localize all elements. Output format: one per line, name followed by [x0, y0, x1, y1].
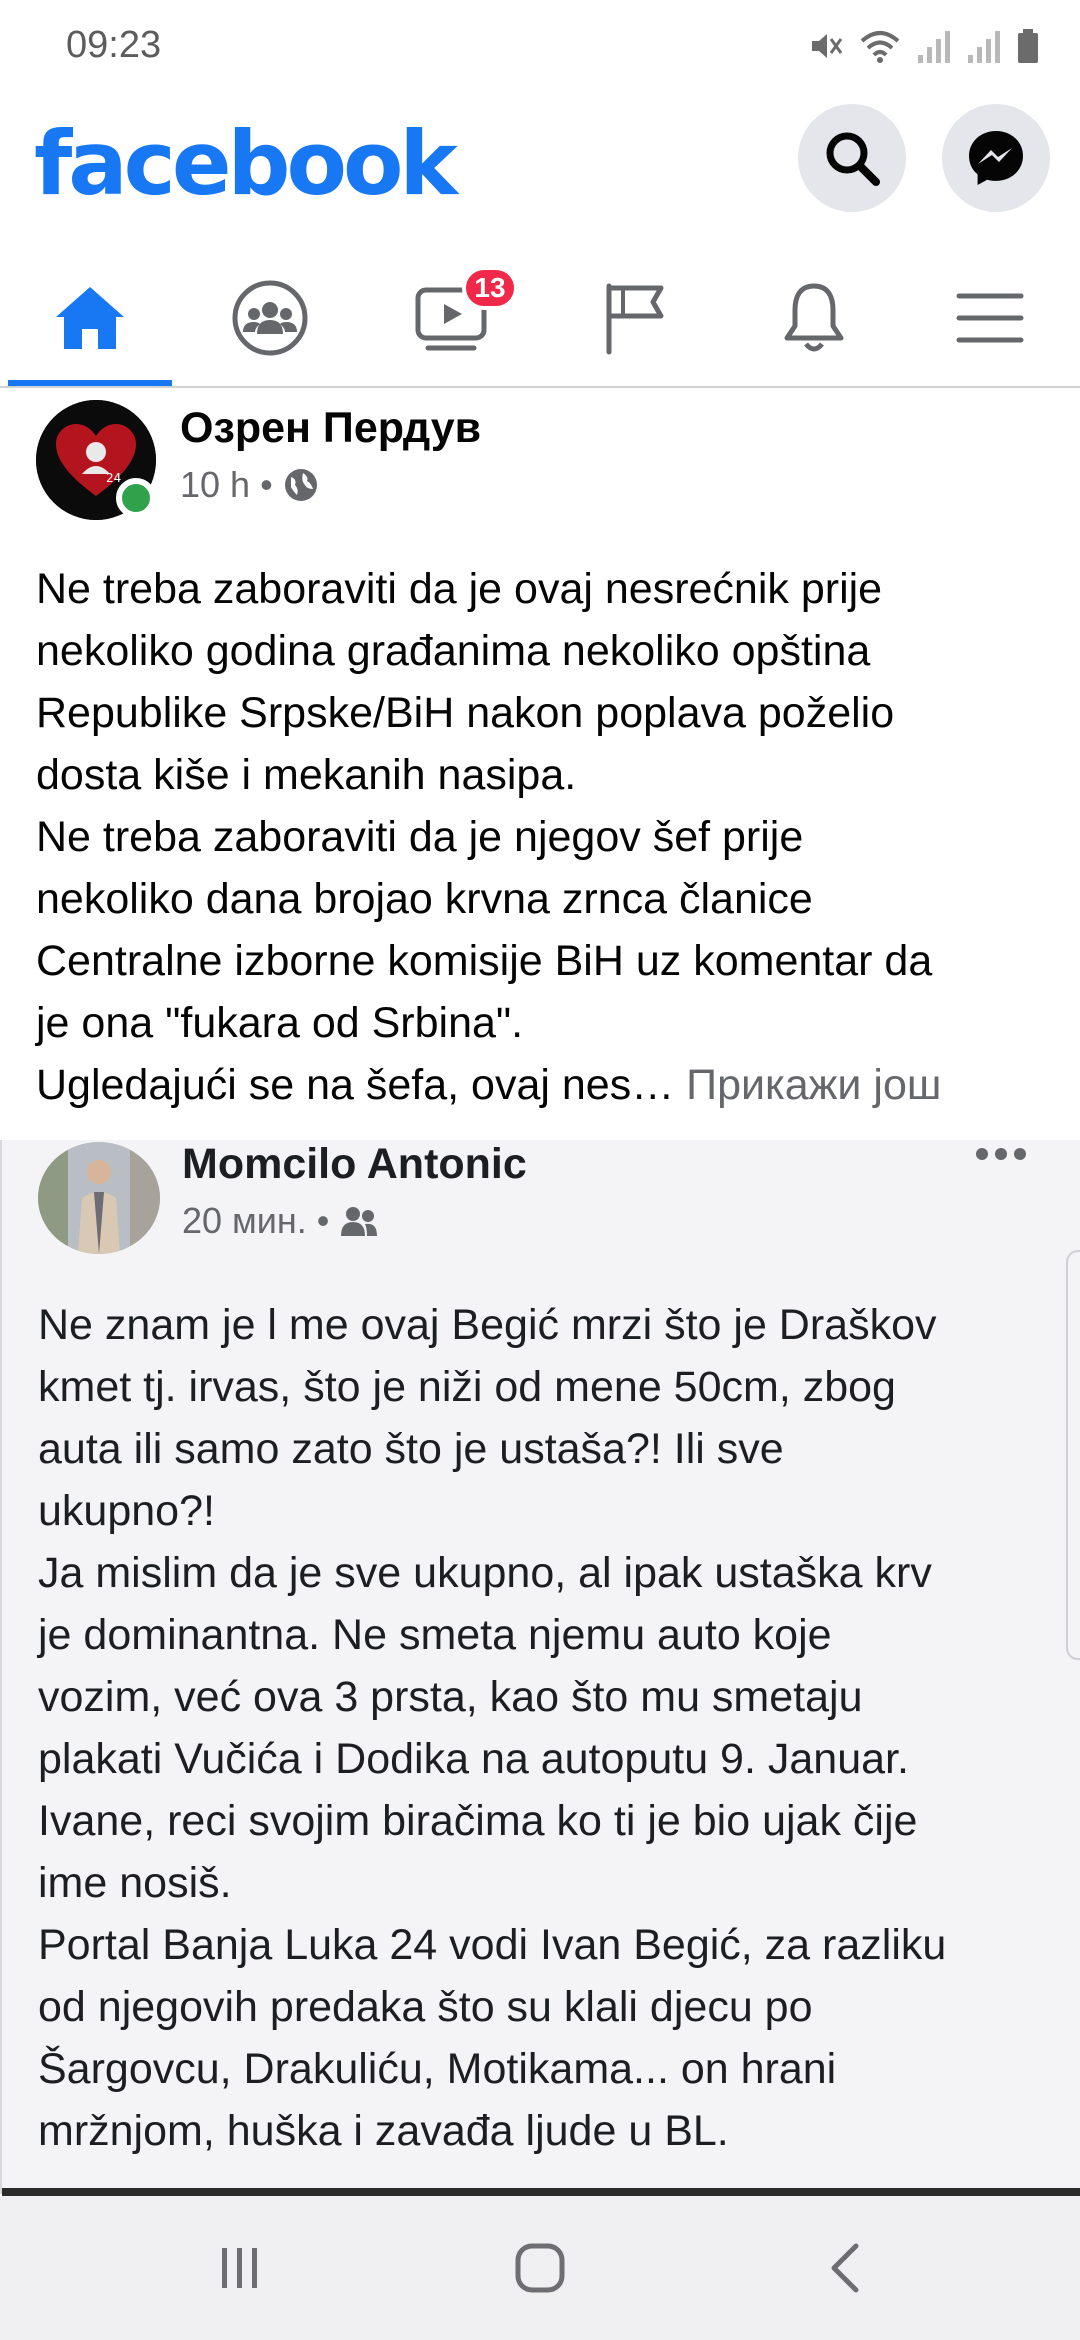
- meta-separator: •: [260, 464, 273, 505]
- see-more-link[interactable]: Прикажи још: [686, 1061, 941, 1109]
- post-text-last-line: Ugledajući se na šefa, ovaj nes… Прикажи…: [36, 1054, 1046, 1116]
- shared-post-timestamp: 20 мин.: [182, 1200, 307, 1241]
- post-timestamp[interactable]: 10 h: [180, 464, 250, 506]
- back-button[interactable]: [818, 2240, 874, 2296]
- post-image[interactable]: Momcilo Antonic 20 мин. • Ne znam je l m…: [0, 1140, 1080, 2196]
- post-text-line: Republike Srpske/BiH nakon poplava požel…: [36, 689, 895, 737]
- shared-text-line: je dominantna. Ne smeta njemu auto koje: [38, 1611, 832, 1659]
- tab-menu[interactable]: [908, 250, 1072, 386]
- shared-text-line: mržnjom, huška i zavađa ljude u BL.: [38, 2107, 729, 2155]
- scroll-indicator: [1066, 1250, 1080, 1660]
- globe-icon: [284, 469, 317, 501]
- tab-pages[interactable]: [552, 250, 716, 386]
- shared-text-line: vozim, već ova 3 prsta, kao što mu smeta…: [38, 1673, 863, 1721]
- signal-icon: [918, 31, 950, 63]
- shared-text-line: auta ili samo zato što je ustaša?! Ili s…: [38, 1425, 784, 1473]
- image-bottom-edge: [2, 2188, 1080, 2196]
- facebook-logo[interactable]: facebook: [34, 112, 458, 215]
- post-text-line: Ne treba zaboraviti da je ovaj nesrećnik…: [36, 565, 883, 613]
- tab-watch[interactable]: 13: [370, 250, 534, 386]
- shared-text-line: ime nosiš.: [38, 1859, 232, 1907]
- status-time: 09:23: [66, 24, 162, 66]
- post-text: Ne treba zaboraviti da je ovaj nesrećnik…: [36, 558, 1046, 1116]
- shared-post-meta: 20 мин. •: [182, 1200, 379, 1242]
- post-meta: 10 h •: [180, 464, 319, 506]
- shared-author-avatar: [38, 1142, 160, 1254]
- shared-text-line: od njegovih predaka što su klali djecu p…: [38, 1983, 813, 2031]
- groups-icon: [232, 280, 308, 356]
- shared-text-line: plakati Vučića i Dodika na autoputu 9. J…: [38, 1735, 909, 1783]
- shared-text-line: Ja mislim da je sve ukupno, al ipak usta…: [38, 1549, 932, 1597]
- tab-groups[interactable]: [188, 250, 352, 386]
- app-header: facebook: [0, 92, 1080, 242]
- svg-text:24: 24: [106, 471, 121, 485]
- menu-icon: [956, 293, 1024, 343]
- shared-text-line: ukupno?!: [38, 1487, 215, 1535]
- person-photo: [38, 1142, 160, 1254]
- messenger-icon: [969, 131, 1023, 185]
- recents-button[interactable]: [212, 2240, 268, 2296]
- shared-text-line: Portal Banja Luka 24 vodi Ivan Begić, za…: [38, 1921, 947, 1969]
- friends-icon: [341, 1207, 378, 1236]
- system-navigation-bar: [0, 2196, 1080, 2340]
- mute-icon: [812, 34, 843, 58]
- status-bar: 09:23: [0, 0, 1080, 92]
- post-text-line: nekoliko godina građanima nekoliko opšti…: [36, 627, 871, 675]
- status-icons: [806, 26, 1040, 66]
- more-options-icon: [974, 1144, 1028, 1169]
- post-text-line: dosta kiše i mekanih nasipa.: [36, 751, 577, 799]
- messenger-button[interactable]: [942, 104, 1050, 212]
- home-icon: [56, 287, 124, 349]
- post-text-truncated: Ugledajući se na šefa, ovaj nes…: [36, 1061, 675, 1109]
- battery-icon: [1018, 29, 1038, 63]
- shared-author-name: Momcilo Antonic: [182, 1140, 527, 1188]
- home-circle-icon: [515, 2243, 565, 2293]
- notification-badge: 13: [462, 266, 518, 310]
- shared-text-line: Šargovcu, Drakuliću, Motikama... on hran…: [38, 2045, 837, 2093]
- signal-icon: [968, 31, 1000, 63]
- bell-icon: [784, 283, 844, 352]
- tab-home[interactable]: [8, 250, 172, 386]
- tab-notifications[interactable]: [732, 250, 896, 386]
- shared-text-line: Ivane, reci svojim biračima ko ti je bio…: [38, 1797, 918, 1845]
- post-text-line: Centralne izborne komisije BiH uz koment…: [36, 937, 933, 985]
- wifi-icon: [860, 31, 900, 63]
- back-icon: [831, 2243, 859, 2293]
- search-button[interactable]: [798, 104, 906, 212]
- post-text-line: je ona "fukara od Srbina".: [36, 999, 524, 1047]
- shared-text-line: kmet tj. irvas, što je niži od mene 50cm…: [38, 1363, 896, 1411]
- post-author-name[interactable]: Озрен Пердув: [180, 404, 481, 453]
- shared-post-text: Ne znam je l me ovaj Begić mrzi što je D…: [38, 1294, 1048, 2162]
- home-button[interactable]: [512, 2240, 568, 2296]
- post-text-line: Ne treba zaboraviti da je njegov šef pri…: [36, 813, 804, 861]
- main-nav-tabs: 13: [0, 250, 1080, 388]
- shared-text-line: Ne znam je l me ovaj Begić mrzi što je D…: [38, 1301, 937, 1349]
- search-icon: [826, 132, 880, 186]
- flag-icon: [606, 283, 664, 355]
- recents-icon: [222, 2248, 257, 2288]
- post-header: 24 Озрен Пердув 10 h •: [0, 396, 1080, 526]
- online-status-dot: [116, 478, 156, 518]
- post-text-line: nekoliko dana brojao krvna zrnca članice: [36, 875, 813, 923]
- meta-separator: •: [316, 1200, 330, 1241]
